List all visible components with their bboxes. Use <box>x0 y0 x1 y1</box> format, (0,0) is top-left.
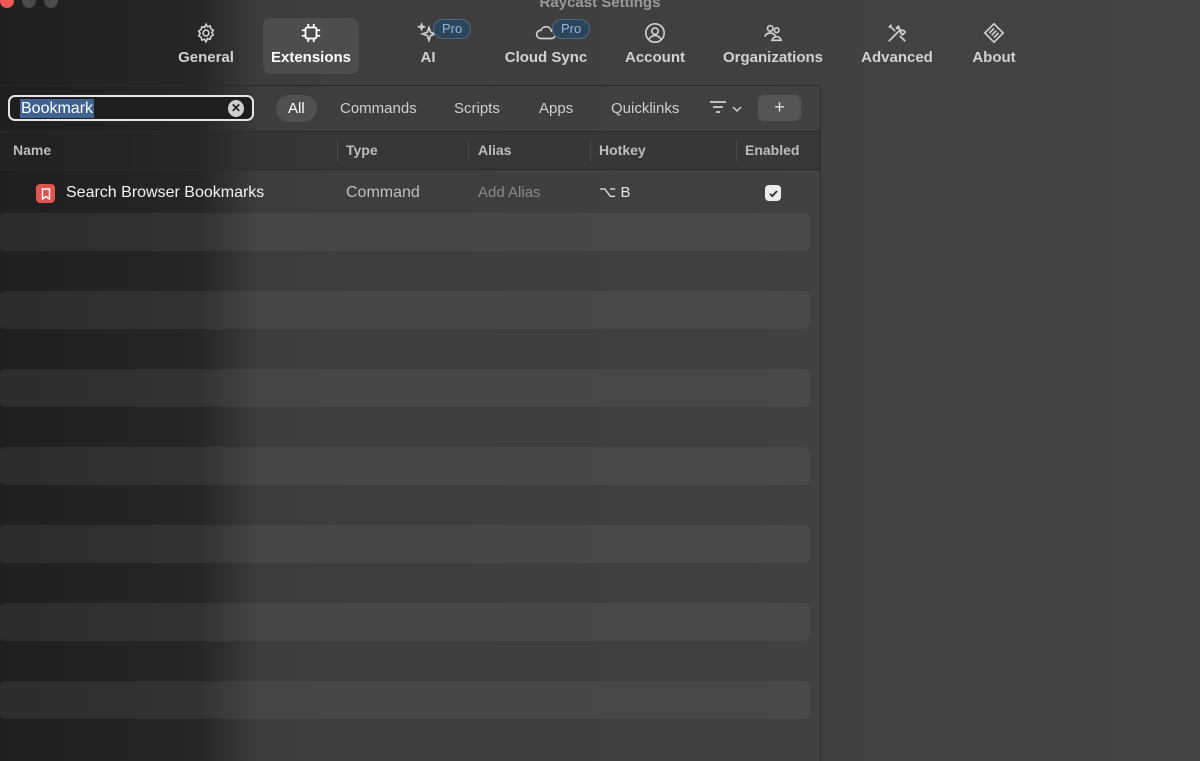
tab-organizations[interactable]: Organizations <box>718 18 828 74</box>
filter-quicklinks[interactable]: Quicklinks <box>599 95 691 122</box>
column-header-enabled[interactable]: Enabled <box>745 132 799 169</box>
title-bar: Raycast Settings General Extensions AI P… <box>0 0 1200 86</box>
search-field[interactable]: Bookmark ✕ <box>8 95 254 121</box>
row-alias-field[interactable]: Add Alias <box>478 173 541 213</box>
empty-row <box>0 369 810 407</box>
column-header-hotkey[interactable]: Hotkey <box>599 132 646 169</box>
column-divider <box>590 139 591 162</box>
raycast-logo-icon <box>982 21 1006 45</box>
column-header-name[interactable]: Name <box>13 132 51 169</box>
clear-search-icon[interactable]: ✕ <box>228 99 244 117</box>
tab-label: Organizations <box>722 49 823 66</box>
pro-badge-ai: Pro <box>433 19 472 39</box>
toolbar-divider <box>0 85 820 86</box>
tab-label: General <box>178 49 234 66</box>
tab-extensions[interactable]: Extensions <box>263 18 359 74</box>
search-input[interactable] <box>10 96 228 120</box>
chip-icon <box>299 21 323 45</box>
row-hotkey[interactable]: ⌥ B <box>599 173 630 213</box>
tools-icon <box>885 21 909 45</box>
detail-pane <box>821 86 1200 761</box>
table-row[interactable]: Search Browser Bookmarks Command Add Ali… <box>0 173 820 213</box>
tab-advanced[interactable]: Advanced <box>854 18 940 74</box>
filter-commands[interactable]: Commands <box>328 95 429 122</box>
row-type: Command <box>346 184 420 201</box>
table-header: Name Type Alias Hotkey Enabled <box>0 131 820 170</box>
tab-general[interactable]: General <box>165 18 247 74</box>
tab-label: About <box>972 49 1016 66</box>
tab-about[interactable]: About <box>962 18 1026 74</box>
empty-row <box>0 447 810 485</box>
filter-all[interactable]: All <box>276 95 317 122</box>
column-header-type[interactable]: Type <box>346 132 378 169</box>
add-button[interactable]: + <box>758 95 801 121</box>
tab-label: AI <box>420 49 436 66</box>
empty-row <box>0 681 810 719</box>
enabled-checkbox[interactable] <box>765 185 781 201</box>
filter-lines-icon <box>708 97 728 122</box>
row-name: Search Browser Bookmarks <box>66 184 265 201</box>
column-divider <box>337 139 338 162</box>
people-icon <box>761 21 785 45</box>
person-icon <box>643 21 667 45</box>
column-divider <box>736 139 737 162</box>
tab-label: Advanced <box>861 49 933 66</box>
empty-row <box>0 525 810 563</box>
pro-badge-cloud-sync: Pro <box>552 19 591 39</box>
gear-icon <box>194 21 218 45</box>
tab-label: Cloud Sync <box>504 49 588 66</box>
settings-tab-bar: General Extensions AI Pro Cloud Sync Pro <box>0 18 1200 76</box>
window-title: Raycast Settings <box>539 0 661 11</box>
bookmark-icon <box>36 184 55 203</box>
tab-label: Extensions <box>270 49 352 66</box>
column-divider <box>468 139 469 162</box>
filter-scripts[interactable]: Scripts <box>442 95 512 122</box>
chevron-down-icon <box>732 101 742 119</box>
tab-account[interactable]: Account <box>618 18 692 74</box>
tab-label: Account <box>625 49 685 66</box>
column-header-alias[interactable]: Alias <box>478 132 511 169</box>
filter-apps[interactable]: Apps <box>527 95 585 122</box>
empty-row <box>0 213 810 251</box>
empty-row <box>0 291 810 329</box>
sort-menu-button[interactable] <box>708 97 742 122</box>
empty-row <box>0 603 810 641</box>
